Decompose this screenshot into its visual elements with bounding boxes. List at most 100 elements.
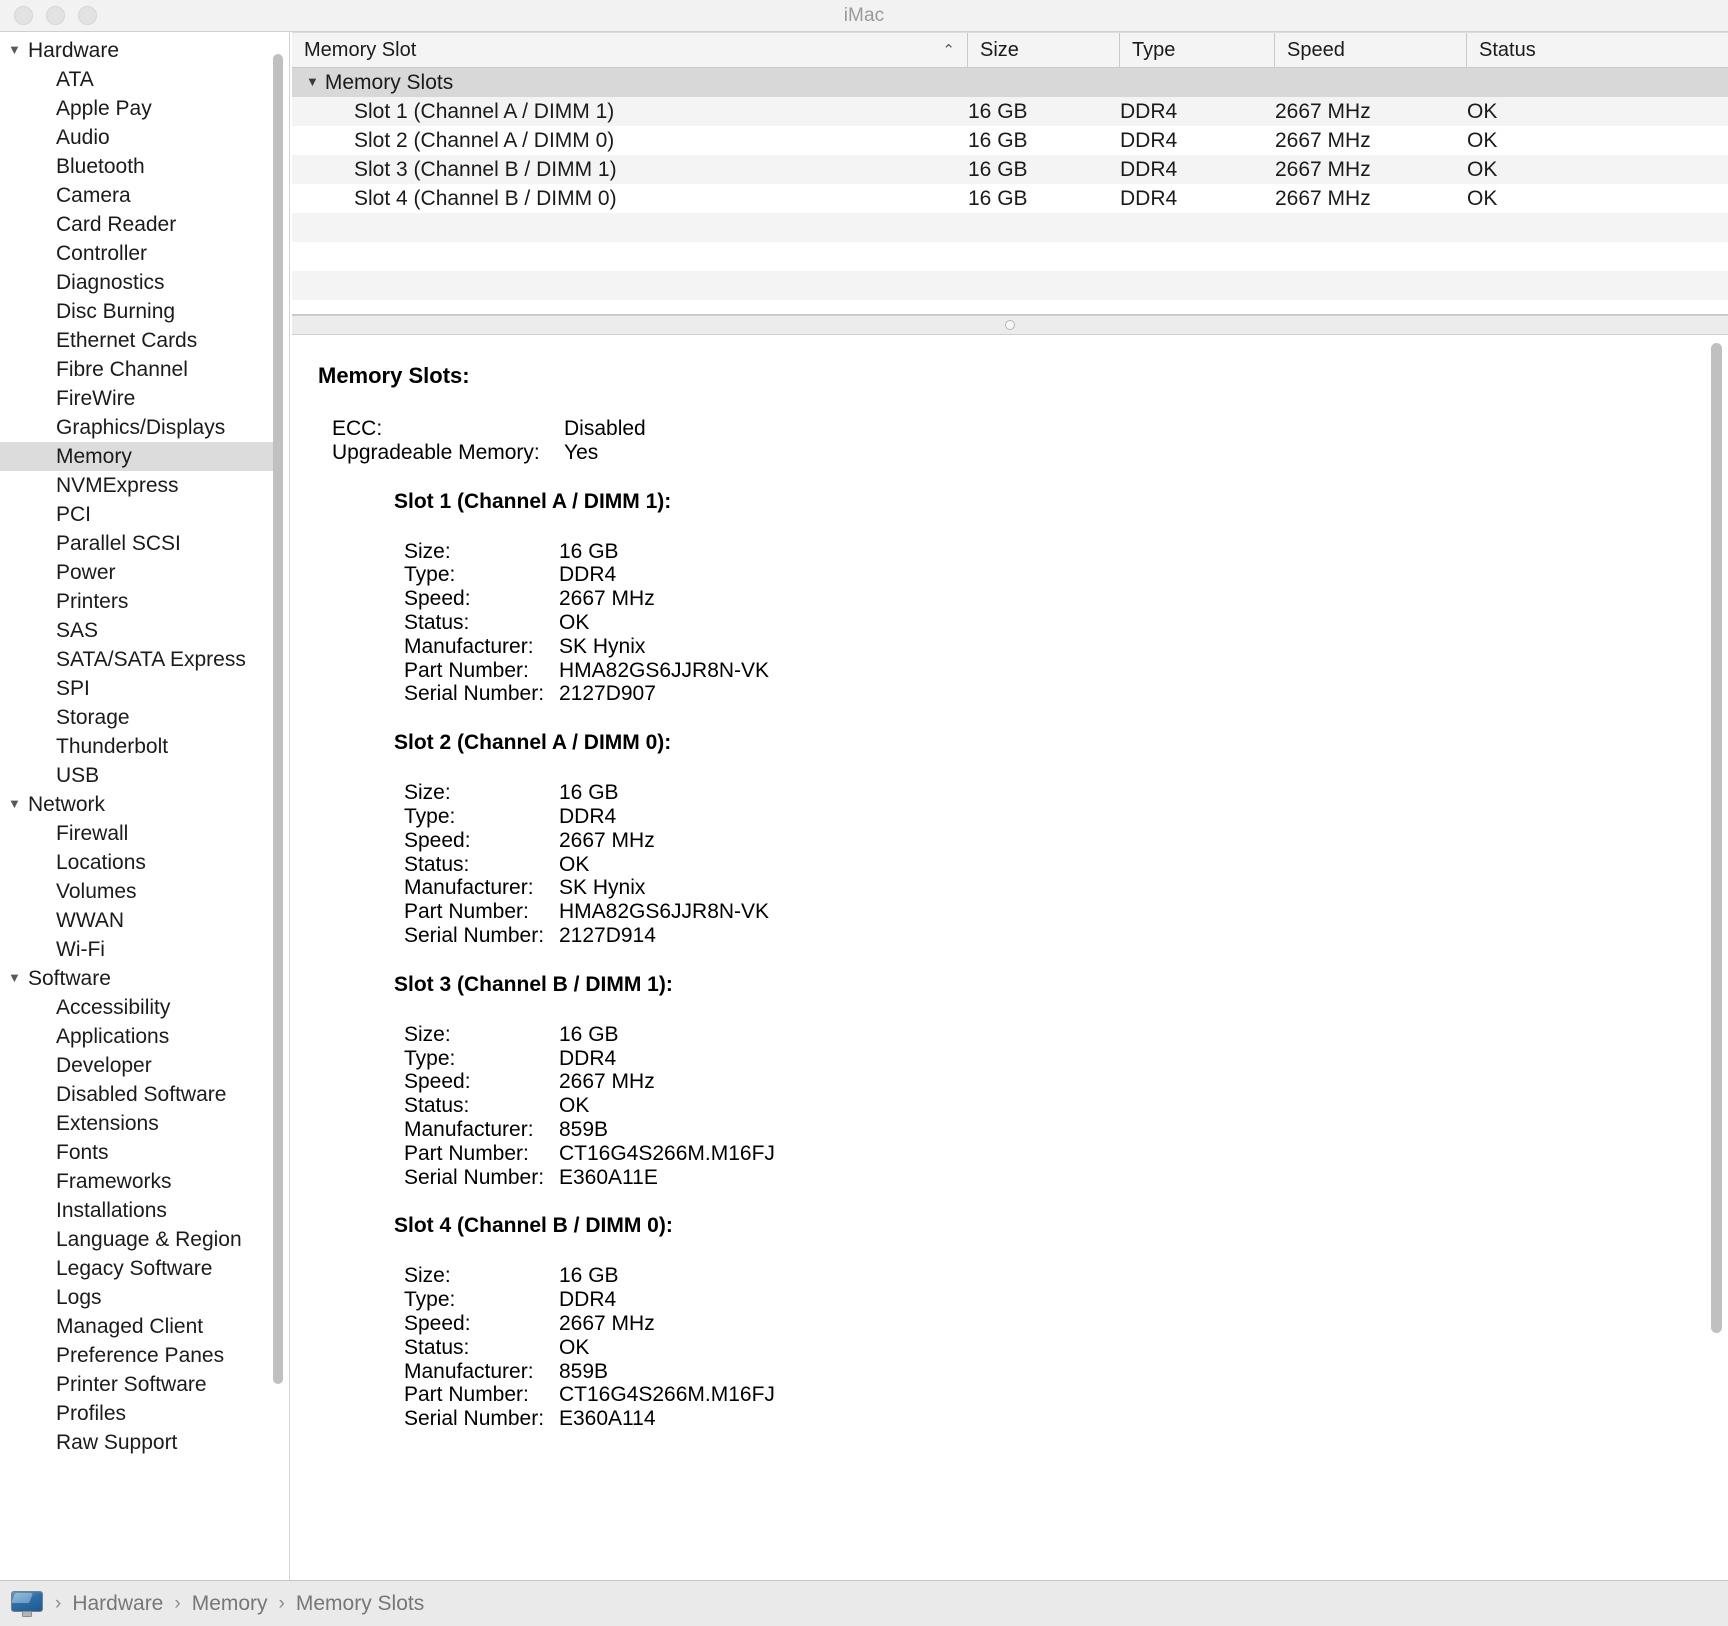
sidebar-item-audio[interactable]: Audio xyxy=(0,123,279,152)
sidebar-item-accessibility[interactable]: Accessibility xyxy=(0,993,279,1022)
sidebar-item-applications[interactable]: Applications xyxy=(0,1022,279,1051)
disclosure-triangle-icon[interactable]: ▼ xyxy=(8,42,26,57)
sidebar-item-camera[interactable]: Camera xyxy=(0,181,279,210)
sidebar-item-printer-software[interactable]: Printer Software xyxy=(0,1370,279,1399)
sidebar-item-label: Disc Burning xyxy=(56,299,176,323)
sidebar-item-bluetooth[interactable]: Bluetooth xyxy=(0,152,279,181)
pane-splitter[interactable] xyxy=(292,315,1728,335)
sidebar-item-printers[interactable]: Printers xyxy=(0,587,279,616)
sidebar-item-fibre-channel[interactable]: Fibre Channel xyxy=(0,355,279,384)
table-row[interactable]: Slot 4 (Channel B / DIMM 0) 16 GB DDR4 2667… xyxy=(292,184,1728,213)
sidebar-item-fonts[interactable]: Fonts xyxy=(0,1138,279,1167)
sidebar-item-ethernet-cards[interactable]: Ethernet Cards xyxy=(0,326,279,355)
sidebar-item-frameworks[interactable]: Frameworks xyxy=(0,1167,279,1196)
column-header-memory-slot[interactable]: Memory Slot ⌃ xyxy=(292,33,968,67)
minimize-button-icon[interactable] xyxy=(46,6,65,25)
detail-field-label: Type: xyxy=(404,804,456,828)
table-row[interactable]: Slot 3 (Channel B / DIMM 1) 16 GB DDR4 2667… xyxy=(292,155,1728,184)
sidebar-item-card-reader[interactable]: Card Reader xyxy=(0,210,279,239)
sidebar-item-spi[interactable]: SPI xyxy=(0,674,279,703)
sidebar-item-installations[interactable]: Installations xyxy=(0,1196,279,1225)
sidebar-item-memory[interactable]: Memory xyxy=(0,442,279,471)
breadcrumb-item-hardware[interactable]: Hardware xyxy=(72,1592,163,1616)
sidebar-item-preference-panes[interactable]: Preference Panes xyxy=(0,1341,279,1370)
sidebar-item-apple-pay[interactable]: Apple Pay xyxy=(0,94,279,123)
sidebar-item-diagnostics[interactable]: Diagnostics xyxy=(0,268,279,297)
detail-slot-heading: Slot 3 (Channel B / DIMM 1): xyxy=(394,972,673,996)
sidebar-group-software[interactable]: ▼ Software xyxy=(0,964,279,993)
detail-scrollbar[interactable] xyxy=(1711,343,1722,1572)
column-header-size[interactable]: Size xyxy=(968,33,1120,67)
sidebar-item-storage[interactable]: Storage xyxy=(0,703,279,732)
sidebar-item-controller[interactable]: Controller xyxy=(0,239,279,268)
imac-stand-icon xyxy=(22,1610,32,1617)
table-row[interactable]: Slot 2 (Channel A / DIMM 0) 16 GB DDR4 2667… xyxy=(292,126,1728,155)
detail-slot-block: Slot 1 (Channel A / DIMM 1): Size: 16 GB Ty… xyxy=(318,490,1706,707)
sidebar-item-disc-burning[interactable]: Disc Burning xyxy=(0,297,279,326)
detail-field-label: Type: xyxy=(404,1288,456,1312)
sidebar-scrollbar[interactable] xyxy=(273,40,283,1572)
sidebar-item-thunderbolt[interactable]: Thunderbolt xyxy=(0,732,279,761)
sidebar-item-logs[interactable]: Logs xyxy=(0,1283,279,1312)
sidebar-scrollbar-thumb[interactable] xyxy=(273,54,283,1384)
column-header-status[interactable]: Status xyxy=(1467,33,1728,67)
splitter-grip-icon[interactable] xyxy=(1005,320,1015,330)
sidebar-item-label: Logs xyxy=(56,1285,102,1309)
sidebar-item-legacy-software[interactable]: Legacy Software xyxy=(0,1254,279,1283)
detail-field-label: Speed: xyxy=(404,1311,471,1335)
close-button-icon[interactable] xyxy=(14,6,33,25)
sidebar-item-label: Card Reader xyxy=(56,212,177,236)
sidebar-item-label: Apple Pay xyxy=(56,96,152,120)
sidebar-group-network[interactable]: ▼ Network xyxy=(0,790,279,819)
sidebar-item-label: Memory xyxy=(56,444,132,468)
sidebar-item-managed-client[interactable]: Managed Client xyxy=(0,1312,279,1341)
breadcrumb-item-memory-slots[interactable]: Memory Slots xyxy=(296,1592,424,1616)
detail-scrollbar-thumb[interactable] xyxy=(1711,343,1722,1333)
detail-field-value: CT16G4S266M.M16FJ xyxy=(559,1141,775,1165)
sidebar-item-usb[interactable]: USB xyxy=(0,761,279,790)
sidebar-group-label: Network xyxy=(28,792,106,816)
sidebar-item-ata[interactable]: ATA xyxy=(0,65,279,94)
sidebar-item-wi-fi[interactable]: Wi-Fi xyxy=(0,935,279,964)
column-header-speed[interactable]: Speed xyxy=(1275,33,1467,67)
column-header-label: Status xyxy=(1479,38,1536,61)
table-group-row[interactable]: ▼ Memory Slots xyxy=(292,68,1728,97)
sidebar-item-firewall[interactable]: Firewall xyxy=(0,819,279,848)
sidebar-group-hardware[interactable]: ▼ Hardware xyxy=(0,36,279,65)
sidebar-item-label: Printers xyxy=(56,589,129,613)
sidebar-item-raw-support[interactable]: Raw Support xyxy=(0,1428,279,1457)
breadcrumb-item-memory[interactable]: Memory xyxy=(192,1592,268,1616)
sidebar-item-parallel-scsi[interactable]: Parallel SCSI xyxy=(0,529,279,558)
sidebar-item-power[interactable]: Power xyxy=(0,558,279,587)
sidebar-item-disabled-software[interactable]: Disabled Software xyxy=(0,1080,279,1109)
detail-slot-fields: Size: 16 GB Type: DDR4 Speed: 2667 MHz Status:… xyxy=(318,781,1706,948)
detail-field-value: SK Hynix xyxy=(559,876,646,900)
sidebar-item-sata-sata-express[interactable]: SATA/SATA Express xyxy=(0,645,279,674)
imac-screen-icon xyxy=(11,1590,43,1612)
sidebar-item-wwan[interactable]: WWAN xyxy=(0,906,279,935)
sidebar-item-volumes[interactable]: Volumes xyxy=(0,877,279,906)
sidebar-item-firewire[interactable]: FireWire xyxy=(0,384,279,413)
detail-field-label: Upgradeable Memory: xyxy=(332,440,540,464)
sidebar-item-pci[interactable]: PCI xyxy=(0,500,279,529)
detail-slot-fields: Size: 16 GB Type: DDR4 Speed: 2667 MHz Status:… xyxy=(318,1264,1706,1431)
sidebar-item-nvmexpress[interactable]: NVMExpress xyxy=(0,471,279,500)
table-cell-speed: 2667 MHz xyxy=(1275,99,1371,123)
table-row[interactable]: Slot 1 (Channel A / DIMM 1) 16 GB DDR4 2667… xyxy=(292,97,1728,126)
sidebar-item-extensions[interactable]: Extensions xyxy=(0,1109,279,1138)
disclosure-triangle-icon[interactable]: ▼ xyxy=(8,970,26,985)
sidebar-item-language-region[interactable]: Language & Region xyxy=(0,1225,279,1254)
sidebar-item-developer[interactable]: Developer xyxy=(0,1051,279,1080)
sidebar-item-graphics-displays[interactable]: Graphics/Displays xyxy=(0,413,279,442)
sidebar-item-sas[interactable]: SAS xyxy=(0,616,279,645)
detail-field-label: Manufacturer: xyxy=(404,634,534,658)
disclosure-triangle-icon[interactable]: ▼ xyxy=(8,796,26,811)
disclosure-triangle-icon[interactable]: ▼ xyxy=(306,74,319,89)
sidebar-item-locations[interactable]: Locations xyxy=(0,848,279,877)
detail-field: Serial Number: E360A114 xyxy=(404,1407,1706,1431)
zoom-button-icon[interactable] xyxy=(78,6,97,25)
detail-field: Status: OK xyxy=(404,1094,1706,1118)
column-header-type[interactable]: Type xyxy=(1120,33,1275,67)
detail-field: Status: OK xyxy=(404,611,1706,635)
sidebar-item-profiles[interactable]: Profiles xyxy=(0,1399,279,1428)
